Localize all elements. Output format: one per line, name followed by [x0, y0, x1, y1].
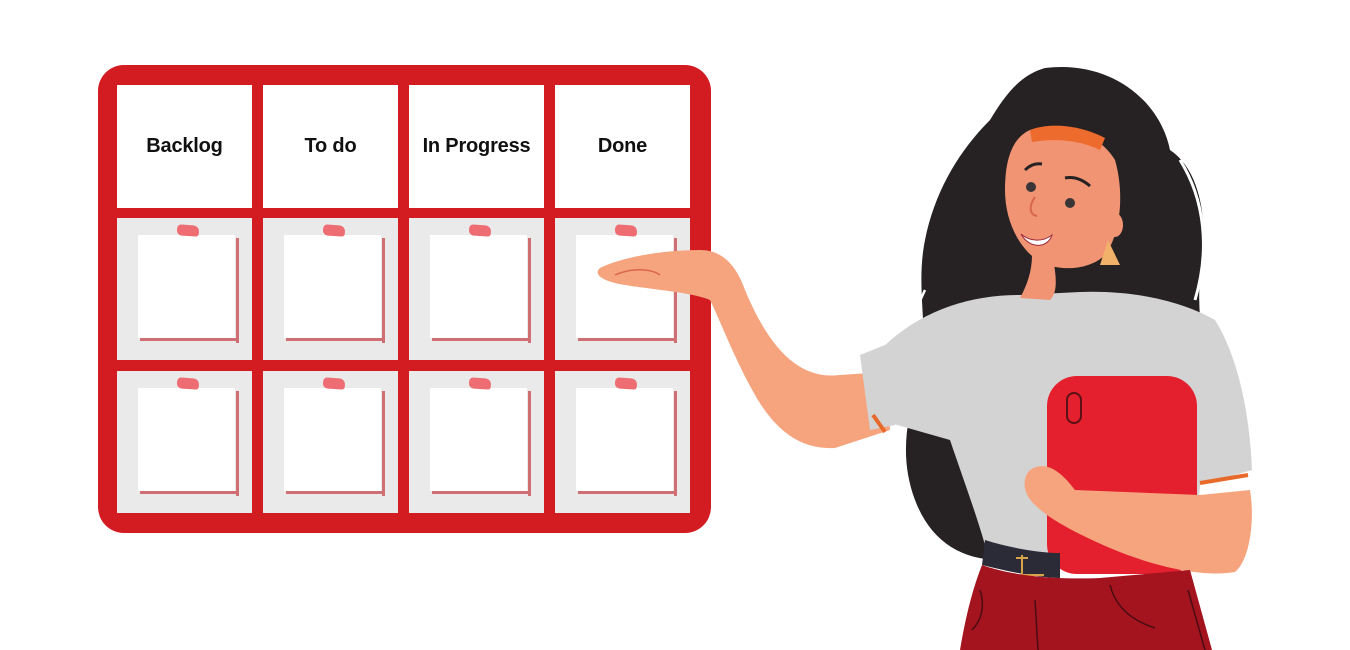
column-label: In Progress [422, 135, 531, 157]
pointing-arm [597, 250, 890, 449]
column-label: Backlog [146, 135, 223, 157]
tape-icon [322, 224, 346, 237]
column-header-backlog: Backlog [117, 85, 252, 208]
sticky-note[interactable] [430, 235, 527, 338]
sticky-note[interactable] [138, 388, 235, 491]
board-slot [409, 218, 544, 360]
tape-icon [468, 377, 492, 390]
column-header-todo: To do [263, 85, 398, 208]
tape-icon [468, 224, 492, 237]
board-slot [117, 218, 252, 360]
pants [960, 565, 1212, 650]
sticky-note[interactable] [430, 388, 527, 491]
sticky-note[interactable] [284, 388, 381, 491]
sticky-note[interactable] [138, 235, 235, 338]
board-slot [409, 371, 544, 513]
tape-icon [176, 224, 200, 237]
board-slot [117, 371, 252, 513]
tape-icon [176, 377, 200, 390]
board-slot [263, 218, 398, 360]
column-header-in-progress: In Progress [409, 85, 544, 208]
woman-illustration [597, 66, 1252, 650]
tape-icon [322, 377, 346, 390]
board-slot [263, 371, 398, 513]
sticky-note[interactable] [284, 235, 381, 338]
column-label: To do [304, 135, 357, 157]
